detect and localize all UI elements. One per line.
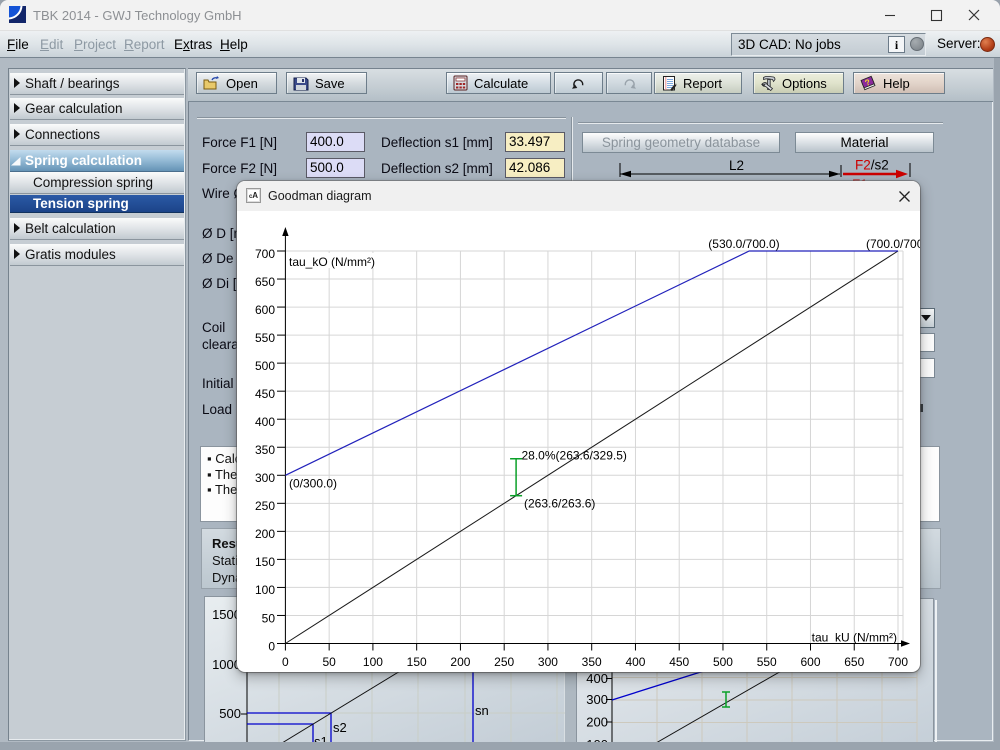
svg-text:250: 250 xyxy=(494,655,514,669)
svg-text:50: 50 xyxy=(262,611,276,625)
svg-text:450: 450 xyxy=(255,387,275,401)
svg-text:F2/s2: F2/s2 xyxy=(855,158,889,173)
svg-text:300: 300 xyxy=(586,692,608,707)
svg-text:150: 150 xyxy=(407,655,427,669)
svg-text:(700.0/700.0): (700.0/700.0) xyxy=(866,237,920,251)
svg-text:tau_kU (N/mm²): tau_kU (N/mm²) xyxy=(812,631,897,645)
svg-text:28.0%(263.6/329.5): 28.0%(263.6/329.5) xyxy=(522,449,627,463)
svg-text:650: 650 xyxy=(844,655,864,669)
svg-text:200: 200 xyxy=(255,527,275,541)
svg-text:50: 50 xyxy=(322,655,336,669)
svg-text:100: 100 xyxy=(363,655,383,669)
svg-text:s2: s2 xyxy=(333,720,347,735)
svg-text:250: 250 xyxy=(255,499,275,513)
svg-text:500: 500 xyxy=(219,706,241,721)
svg-text:700: 700 xyxy=(255,247,275,261)
svg-text:700: 700 xyxy=(888,655,908,669)
svg-text:300: 300 xyxy=(255,471,275,485)
svg-text:400: 400 xyxy=(625,655,645,669)
svg-text:300: 300 xyxy=(538,655,558,669)
svg-text:(0/300.0): (0/300.0) xyxy=(289,477,337,491)
svg-text:450: 450 xyxy=(669,655,689,669)
svg-text:200: 200 xyxy=(450,655,470,669)
svg-text:tau_kO (N/mm²): tau_kO (N/mm²) xyxy=(289,255,375,269)
svg-text:L2: L2 xyxy=(729,158,744,173)
svg-text:(530.0/700.0): (530.0/700.0) xyxy=(708,237,779,251)
svg-text:150: 150 xyxy=(255,555,275,569)
svg-text:500: 500 xyxy=(255,359,275,373)
svg-text:400: 400 xyxy=(255,415,275,429)
svg-text:sn: sn xyxy=(475,703,489,718)
svg-text:200: 200 xyxy=(586,715,608,730)
svg-text:600: 600 xyxy=(255,303,275,317)
svg-text:0: 0 xyxy=(282,655,289,669)
svg-text:650: 650 xyxy=(255,275,275,289)
svg-text:0: 0 xyxy=(268,639,275,653)
svg-text:350: 350 xyxy=(255,443,275,457)
svg-text:500: 500 xyxy=(713,655,733,669)
svg-text:(263.6/263.6): (263.6/263.6) xyxy=(524,497,595,511)
svg-text:350: 350 xyxy=(582,655,602,669)
svg-text:400: 400 xyxy=(586,671,608,686)
svg-text:550: 550 xyxy=(757,655,777,669)
svg-text:550: 550 xyxy=(255,331,275,345)
svg-text:600: 600 xyxy=(800,655,820,669)
svg-text:100: 100 xyxy=(255,583,275,597)
